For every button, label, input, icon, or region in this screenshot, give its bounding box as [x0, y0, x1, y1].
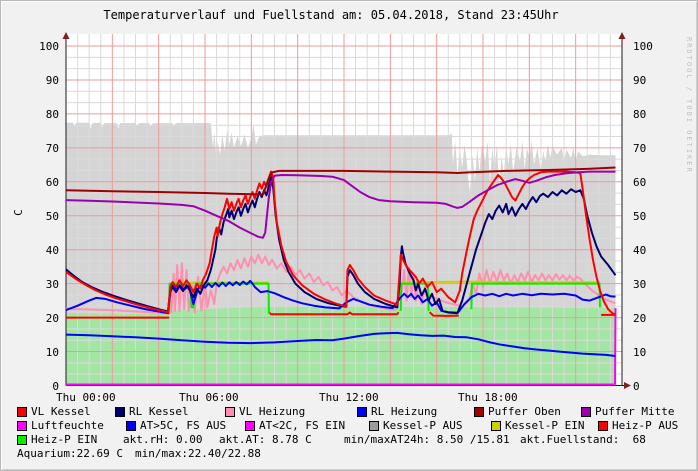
- y-tick-label: 40: [633, 244, 646, 257]
- legend-label: Kessel-P EIN: [505, 420, 584, 432]
- y-tick-label: 0: [19, 380, 59, 393]
- rrdtool-graph: Temperaturverlauf und Fuellstand am: 05.…: [0, 0, 698, 471]
- legend-swatch: [126, 421, 136, 431]
- legend-label: akt.AT: 8.78 C: [219, 434, 312, 446]
- legend-swatch: [598, 421, 608, 431]
- legend-label: min/maxAT24h: 8.50 /15.81: [344, 434, 510, 446]
- legend-label: Aquarium:22.69 C: [17, 448, 123, 460]
- x-tick-label: Thu 06:00: [179, 391, 239, 404]
- y-tick-label: 70: [633, 142, 646, 155]
- legend-swatch: [115, 407, 125, 417]
- legend-label: AT>5C, FS AUS: [140, 420, 226, 432]
- legend-label: Puffer Oben: [488, 406, 561, 418]
- legend-swatch: [369, 421, 379, 431]
- legend-swatch: [17, 421, 27, 431]
- y-tick-label: 100: [19, 40, 59, 53]
- series-Luftfeuchte: [615, 308, 616, 384]
- y-tick-label: 10: [633, 346, 646, 359]
- y-tick-label: 40: [19, 244, 59, 257]
- legend-label: RL Kessel: [129, 406, 189, 418]
- legend-label: Heiz-P AUS: [612, 420, 678, 432]
- y-tick-label: 70: [19, 142, 59, 155]
- y-tick-label: 30: [19, 278, 59, 291]
- legend-swatch: [225, 407, 235, 417]
- x-tick-label: Thu 00:00: [56, 391, 116, 404]
- y-tick-label: 100: [633, 40, 653, 53]
- y-tick-label: 80: [19, 108, 59, 121]
- y-tick-label: 90: [19, 74, 59, 87]
- legend-label: min/max:22.40/22.88: [135, 448, 261, 460]
- legend-label: VL Kessel: [31, 406, 91, 418]
- legend-label: akt.Fuellstand: 68: [520, 434, 646, 446]
- y-tick-label: 20: [633, 312, 646, 325]
- legend-label: Luftfeuchte: [31, 420, 104, 432]
- x-tick-label: Thu 18:00: [458, 391, 518, 404]
- y-tick-label: 30: [633, 278, 646, 291]
- legend-swatch: [17, 407, 27, 417]
- legend-label: akt.rH: 0.00: [123, 434, 202, 446]
- legend-label: VL Heizung: [239, 406, 305, 418]
- legend-swatch: [491, 421, 501, 431]
- legend-label: Puffer Mitte: [595, 406, 674, 418]
- legend-swatch: [581, 407, 591, 417]
- legend-label: RL Heizung: [371, 406, 437, 418]
- y-tick-label: 50: [19, 210, 59, 223]
- y-tick-label: 10: [19, 346, 59, 359]
- y-tick-label: 60: [633, 176, 646, 189]
- rrdtool-watermark: RRDTOOL / TOBI OETIKER: [685, 37, 693, 174]
- y-tick-label: 60: [19, 176, 59, 189]
- legend-label: AT<2C, FS EIN: [259, 420, 345, 432]
- legend-label: Kessel-P AUS: [383, 420, 462, 432]
- legend-swatch: [357, 407, 367, 417]
- legend-swatch: [245, 421, 255, 431]
- y-tick-label: 90: [633, 74, 646, 87]
- x-tick-label: Thu 12:00: [319, 391, 379, 404]
- legend-swatch: [474, 407, 484, 417]
- legend-swatch: [17, 435, 27, 445]
- y-tick-label: 0: [633, 380, 640, 393]
- y-tick-label: 80: [633, 108, 646, 121]
- y-tick-label: 20: [19, 312, 59, 325]
- legend-label: Heiz-P EIN: [31, 434, 97, 446]
- y-tick-label: 50: [633, 210, 646, 223]
